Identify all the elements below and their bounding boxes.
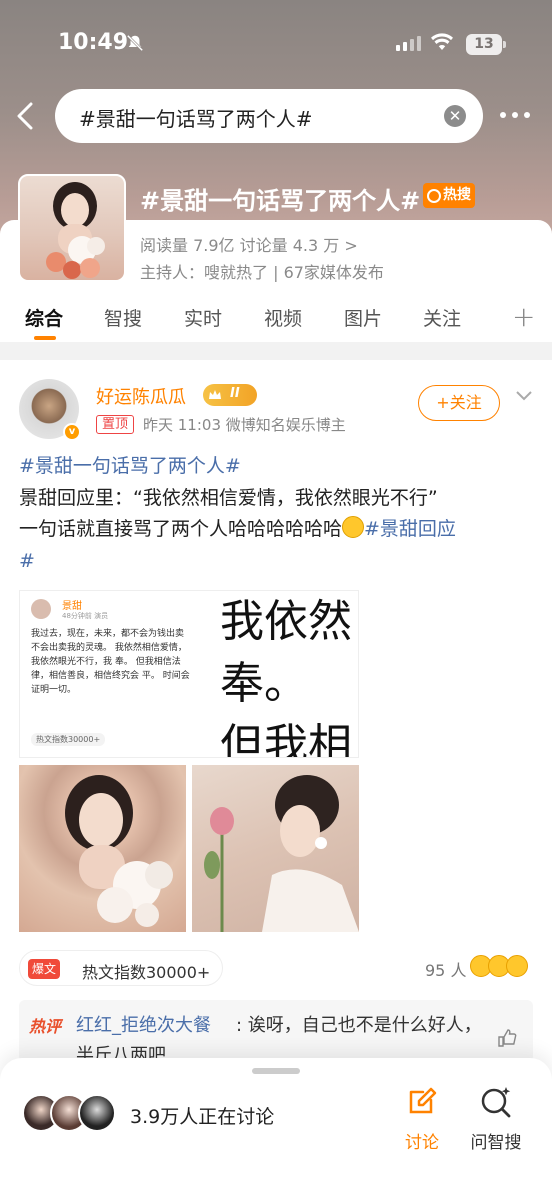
clear-icon[interactable]: ✕	[444, 105, 466, 127]
hot-comment-user[interactable]: 红红_拒绝次大餐	[76, 1011, 211, 1037]
active-tab-indicator	[34, 336, 56, 340]
hot-article-icon: 爆文	[28, 959, 61, 979]
screenshot-weibo-post: 景甜 48分钟前 演员 我过去，现在，未来，都不会为钱出卖 不会出卖我的灵魂。 …	[31, 599, 190, 746]
edit-icon	[409, 1087, 437, 1114]
tab-following[interactable]: 关注	[423, 304, 461, 331]
discuss-button[interactable]: 讨论	[400, 1086, 444, 1153]
post-hashtag-2[interactable]: #景甜回应	[364, 518, 456, 540]
post-line-1: 景甜回应里：“我依然相信爱情，我依然眼光不行”	[19, 487, 438, 509]
mini-avatar	[31, 599, 51, 619]
battery-icon: 13	[466, 34, 506, 55]
search-input[interactable]: #景甜一句话骂了两个人#	[79, 103, 313, 132]
more-options-icon[interactable]	[500, 112, 530, 118]
hot-icon	[427, 188, 441, 203]
topic-title: #景甜一句话骂了两个人#	[140, 187, 421, 215]
tab-video[interactable]: 视频	[264, 304, 302, 331]
vip-level-badge: II	[203, 384, 257, 406]
hot-comment-badge: 热评	[29, 1017, 62, 1036]
topic-host: 主持人：嗖就热了 | 67家媒体发布	[140, 263, 384, 282]
tab-smart-search[interactable]: 智搜	[104, 304, 142, 331]
add-tab-icon[interactable]: +	[512, 300, 535, 333]
thumbs-up-icon[interactable]	[497, 1028, 517, 1048]
hot-comment[interactable]: 热评 : 诶呀，自己也不是什么好人，半斤八两吧 红红_拒绝次大餐	[19, 1000, 533, 1062]
user-avatar[interactable]: v	[19, 379, 81, 441]
status-time: 10:49	[58, 30, 129, 55]
ask-smart-search-button[interactable]: 问智搜	[466, 1086, 526, 1153]
back-arrow-icon[interactable]	[14, 100, 36, 132]
cellular-signal-icon	[396, 36, 421, 51]
tab-bar: 综合 智搜 实时 视频 图片 关注 +	[0, 300, 552, 342]
topic-stats[interactable]: 阅读量 7.9亿 讨论量 4.3 万 >	[140, 232, 358, 256]
reaction-emoji-icon[interactable]	[470, 955, 528, 977]
tab-realtime[interactable]: 实时	[184, 304, 222, 331]
wifi-icon	[431, 33, 453, 50]
post-meta: 昨天 11:03 微博知名娱乐博主	[143, 416, 346, 434]
reaction-count: 95 人	[425, 961, 467, 980]
screenshot-zoom-text: 我依然 奉。 但我相	[220, 596, 352, 758]
topic-thumbnail[interactable]	[18, 174, 126, 282]
post-hashtag[interactable]: #景甜一句话骂了两个人#	[19, 451, 534, 481]
post-hashtag-2-end[interactable]: #	[19, 546, 534, 576]
post-image-portrait-2[interactable]	[192, 765, 359, 932]
chevron-down-icon[interactable]	[515, 390, 533, 402]
follow-button[interactable]: +关注	[418, 385, 500, 421]
post-image-portrait-1[interactable]	[19, 765, 186, 932]
verified-icon: v	[63, 423, 81, 441]
tab-comprehensive[interactable]: 综合	[25, 304, 63, 331]
hot-search-badge: 热搜	[423, 183, 475, 208]
smart-search-icon	[481, 1087, 511, 1118]
status-bar: 10:49 13	[0, 0, 552, 88]
search-bar[interactable]: #景甜一句话骂了两个人# ✕	[55, 89, 483, 143]
post-username[interactable]: 好运陈瓜瓜	[96, 383, 186, 409]
laugh-emoji-icon	[342, 516, 365, 538]
tab-images[interactable]: 图片	[344, 304, 382, 331]
participant-avatars	[22, 1094, 116, 1132]
crown-icon	[209, 390, 221, 399]
drag-handle[interactable]	[252, 1068, 300, 1074]
discussing-count: 3.9万人正在讨论	[130, 1106, 275, 1128]
bell-mute-icon	[126, 34, 144, 52]
bottom-discussion-bar: 3.9万人正在讨论 讨论 问智搜	[0, 1058, 552, 1200]
pinned-badge: 置顶	[96, 415, 135, 434]
post-line-2: 一句话就直接骂了两个人哈哈哈哈哈哈 #景甜回应	[19, 516, 456, 540]
hot-index-chip[interactable]: 爆文 热文指数30000+	[19, 950, 223, 986]
post-image-screenshot[interactable]: 景甜 48分钟前 演员 我过去，现在，未来，都不会为钱出卖 不会出卖我的灵魂。 …	[19, 590, 359, 758]
